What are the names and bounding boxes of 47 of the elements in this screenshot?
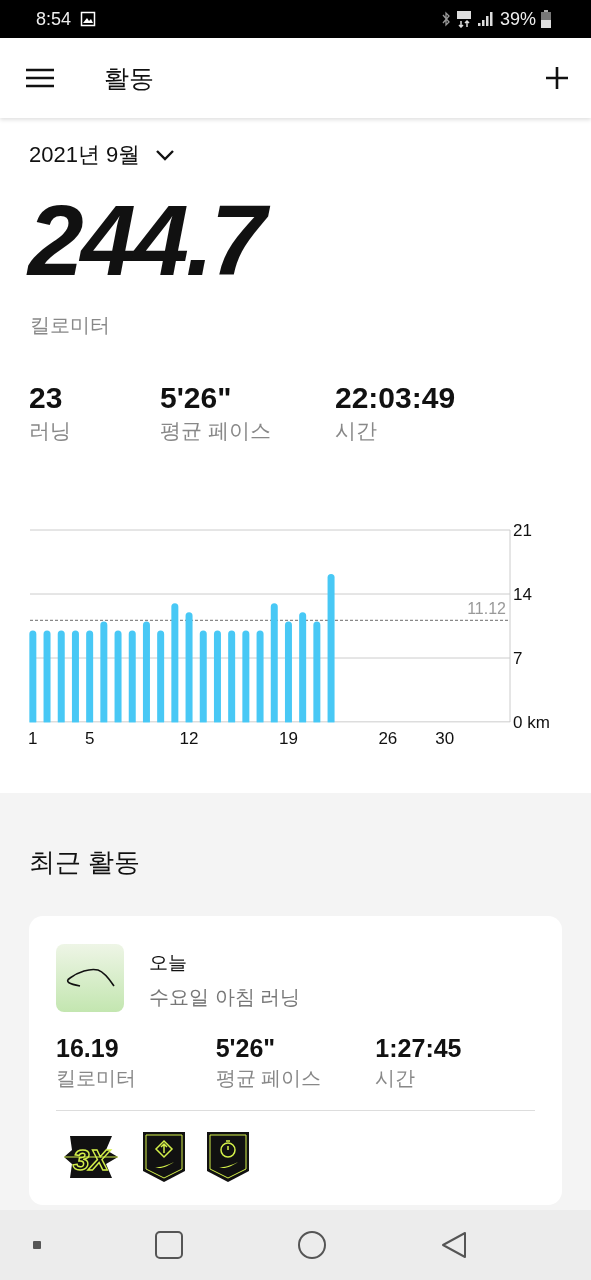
page-title: 활동 (104, 62, 154, 94)
x-tick-label: 26 (378, 729, 398, 748)
stat-value: 5'26" (160, 381, 233, 415)
image-icon (80, 11, 97, 27)
stat-label: 킬로미터 (56, 1066, 137, 1091)
signal-icon (476, 11, 495, 27)
stat-label: 시간 (335, 418, 378, 444)
section-heading: 최근 활동 (29, 846, 142, 879)
average-label: 11.12 (467, 600, 506, 618)
route-icon (56, 944, 124, 1012)
home-icon[interactable] (296, 1230, 327, 1260)
status-time: 8:54 (36, 8, 72, 30)
chevron-down-icon (154, 148, 177, 162)
stat-value: 22:03:49 (335, 381, 457, 415)
menu-icon[interactable] (26, 68, 54, 88)
month-selector[interactable]: 2021년 9월 (29, 140, 177, 170)
stat-value: 23 (29, 381, 64, 415)
battery-icon (541, 10, 551, 28)
network-icon (455, 10, 472, 28)
x-tick-label: 19 (279, 729, 298, 748)
y-tick-label: 0 km (513, 713, 550, 732)
stat-label: 평균 페이스 (160, 418, 272, 444)
activity-card[interactable]: 오늘 수요일 아침 러닝 16.19 킬로미터 5'26" 평균 페이스 1:27:45 시간 3X (29, 916, 562, 1205)
shield-badge (206, 1131, 250, 1183)
y-tick-label: 14 (513, 585, 532, 604)
activity-title: 수요일 아침 러닝 (149, 985, 301, 1010)
add-icon[interactable] (545, 66, 569, 90)
stat-label: 평균 페이스 (215, 1066, 323, 1091)
back-icon[interactable] (439, 1230, 469, 1260)
stat-value: 5'26" (215, 1034, 277, 1063)
y-tick-label: 7 (513, 649, 523, 668)
x-tick-label: 12 (179, 729, 199, 748)
stat-label: 시간 (375, 1066, 417, 1091)
y-tick-label: 21 (513, 521, 532, 540)
x-tick-label: 5 (84, 729, 95, 748)
activity-date: 오늘 (149, 951, 188, 975)
x-tick-label: 1 (28, 729, 38, 748)
x-tick-label: 30 (435, 729, 455, 748)
bluetooth-icon (440, 11, 451, 27)
square-icon[interactable] (154, 1230, 185, 1260)
stat-value: 16.19 (56, 1034, 120, 1063)
distance-unit: 킬로미터 (30, 313, 111, 338)
stat-value: 1:27:45 (375, 1034, 463, 1063)
battery-percent: 39% (499, 8, 536, 30)
shield-badge (142, 1131, 186, 1183)
total-distance: 244.7 (28, 190, 591, 290)
stat-label: 러닝 (29, 418, 72, 444)
